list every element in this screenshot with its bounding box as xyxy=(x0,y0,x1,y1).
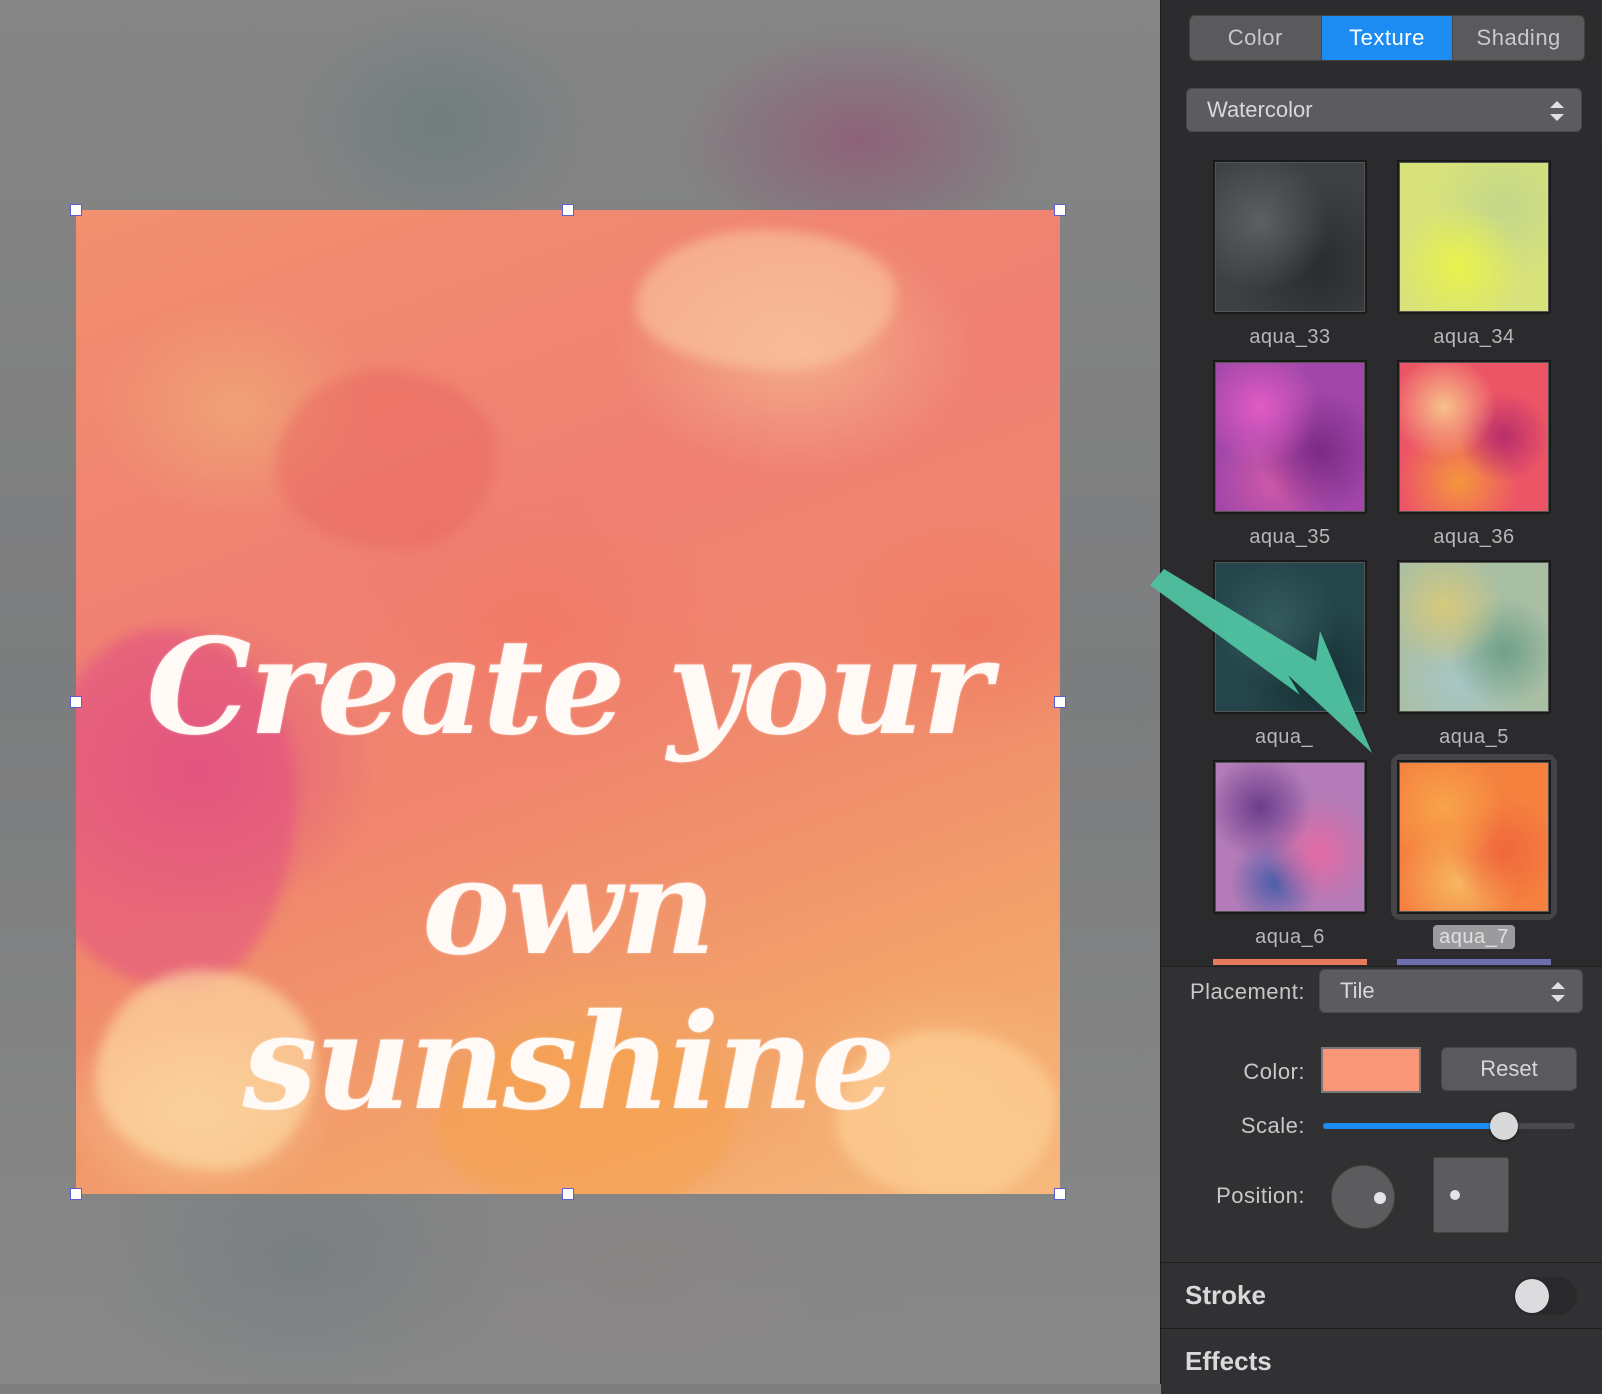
texture-thumbnail xyxy=(1397,160,1551,314)
texture-label: aqua_36 xyxy=(1433,526,1515,548)
texture-label: aqua_34 xyxy=(1433,326,1515,348)
texture-label: aqua_5 xyxy=(1439,726,1509,748)
texture-tile[interactable]: aqua_35 xyxy=(1213,360,1367,549)
watercolor-blot xyxy=(276,370,496,550)
resize-handle-top-right[interactable] xyxy=(1054,204,1066,216)
texture-category-select[interactable]: Watercolor xyxy=(1186,88,1582,132)
texture-thumbnail-partial[interactable] xyxy=(1397,959,1551,965)
updown-chevron-icon xyxy=(1550,101,1564,121)
artwork-layer[interactable]: Create your own sunshine xyxy=(76,210,1060,1194)
resize-handle-bottom-right[interactable] xyxy=(1054,1188,1066,1200)
offset-pad-indicator xyxy=(1450,1190,1460,1200)
texture-tile-selected[interactable]: aqua_7 xyxy=(1391,754,1557,949)
resize-handle-left[interactable] xyxy=(70,696,82,708)
placement-select[interactable]: Tile xyxy=(1319,969,1583,1013)
stroke-toggle-knob xyxy=(1515,1279,1549,1313)
fill-mode-tabs: Color Texture Shading xyxy=(1189,15,1585,61)
stroke-section-title: Stroke xyxy=(1185,1280,1266,1310)
texture-thumbnail xyxy=(1213,160,1367,314)
texture-thumbnail-partial[interactable] xyxy=(1213,959,1367,965)
position-label: Position: xyxy=(1216,1183,1305,1208)
texture-thumbnail xyxy=(1397,760,1551,914)
resize-handle-right[interactable] xyxy=(1054,696,1066,708)
stroke-section-header[interactable]: Stroke xyxy=(1161,1262,1602,1328)
color-label: Color: xyxy=(1243,1059,1305,1084)
texture-tile[interactable]: aqua_6 xyxy=(1213,760,1367,949)
offset-pad[interactable] xyxy=(1433,1157,1509,1233)
texture-tile[interactable]: aqua_33 xyxy=(1213,160,1367,349)
texture-label-text: aqua_7 xyxy=(1433,925,1515,949)
placement-value: Tile xyxy=(1340,978,1375,1003)
headline-line-2[interactable]: own sunshine xyxy=(76,830,1060,1140)
rotation-dial[interactable] xyxy=(1331,1165,1395,1229)
texture-label: aqua_35 xyxy=(1249,526,1331,548)
texture-tile[interactable]: aqua_34 xyxy=(1397,160,1551,349)
texture-category-value: Watercolor xyxy=(1207,97,1313,122)
texture-tile[interactable]: aqua_5 xyxy=(1397,560,1551,749)
tab-shading[interactable]: Shading xyxy=(1453,16,1584,60)
annotation-arrow-icon xyxy=(1150,569,1372,753)
placement-label: Placement: xyxy=(1189,979,1305,1004)
texture-thumbnail xyxy=(1213,360,1367,514)
texture-gallery[interactable]: aqua_33 aqua_34 aqua_35 aqua_36 aqua_ aq… xyxy=(1161,145,1602,965)
scale-label: Scale: xyxy=(1240,1113,1305,1138)
canvas-area: Create your own sunshine xyxy=(0,0,1160,1384)
resize-handle-bottom[interactable] xyxy=(562,1188,574,1200)
texture-label: aqua_33 xyxy=(1249,326,1331,348)
texture-properties: Placement: Tile Color: Reset Scale: Posi… xyxy=(1161,966,1602,1262)
stroke-toggle[interactable] xyxy=(1513,1277,1577,1315)
texture-thumbnail xyxy=(1213,760,1367,914)
effects-section-header[interactable]: Effects xyxy=(1161,1328,1602,1394)
resize-handle-top-left[interactable] xyxy=(70,204,82,216)
texture-thumbnail xyxy=(1397,560,1551,714)
rotation-dial-indicator xyxy=(1374,1192,1386,1204)
texture-label: aqua_6 xyxy=(1255,926,1325,948)
tab-texture[interactable]: Texture xyxy=(1321,16,1454,60)
updown-chevron-icon xyxy=(1551,982,1565,1002)
texture-color-well[interactable] xyxy=(1321,1047,1421,1093)
effects-section-title: Effects xyxy=(1185,1346,1272,1376)
texture-label: aqua_7 xyxy=(1397,925,1551,949)
headline-line-1[interactable]: Create your xyxy=(76,610,1060,765)
watercolor-blot xyxy=(636,230,896,370)
reset-button[interactable]: Reset xyxy=(1441,1047,1577,1091)
texture-thumbnail xyxy=(1397,360,1551,514)
scale-slider-fill xyxy=(1323,1123,1505,1129)
resize-handle-top[interactable] xyxy=(562,204,574,216)
resize-handle-bottom-left[interactable] xyxy=(70,1188,82,1200)
texture-tile[interactable]: aqua_36 xyxy=(1397,360,1551,549)
scale-slider[interactable] xyxy=(1323,1112,1575,1140)
tab-color[interactable]: Color xyxy=(1190,16,1322,60)
scale-slider-knob[interactable] xyxy=(1490,1112,1519,1140)
